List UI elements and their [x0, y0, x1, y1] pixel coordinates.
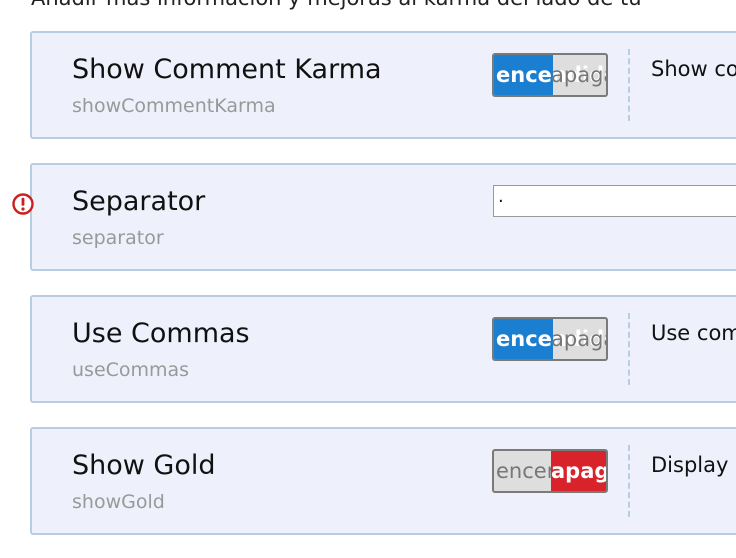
divider [628, 313, 630, 385]
option-separator: Separator separator [12, 163, 736, 271]
section-description: Añadir más información y mejoras al karm… [31, 0, 642, 10]
option-key: showCommentKarma [72, 95, 276, 117]
option-description: Show comment karma [651, 57, 736, 81]
divider [628, 445, 630, 517]
option-use-commas: Use Commas useCommas encendido apagado U… [30, 295, 736, 403]
use-commas-toggle[interactable]: encendido apagado [492, 317, 608, 361]
show-gold-toggle[interactable]: encendido apagado [492, 449, 608, 493]
option-description: Use commas [651, 321, 736, 345]
toggle-off-label: apagado [551, 451, 606, 491]
option-title: Use Commas [72, 318, 250, 349]
option-title: Show Comment Karma [72, 54, 382, 85]
option-title: Separator [72, 186, 206, 217]
option-show-gold: Show Gold showGold encendido apagado Dis… [30, 427, 736, 535]
option-description: Display [651, 453, 729, 477]
divider [628, 49, 630, 121]
exclamation-circle-icon [12, 193, 34, 215]
separator-input[interactable] [493, 185, 736, 217]
show-comment-karma-toggle[interactable]: encendido apagado [492, 53, 608, 97]
option-show-comment-karma: Show Comment Karma showCommentKarma ence… [30, 31, 736, 139]
toggle-off-label: apagado [551, 63, 606, 87]
toggle-off-label: apagado [551, 327, 606, 351]
option-title: Show Gold [72, 450, 216, 481]
toggle-on-label: encendido [494, 55, 606, 95]
settings-page: Añadir más información y mejoras al karm… [0, 0, 736, 558]
toggle-on-label: encendido [494, 451, 605, 491]
toggle-on-label: encendido [494, 319, 606, 359]
option-key: useCommas [72, 359, 190, 381]
option-key: showGold [72, 491, 165, 513]
option-key: separator [72, 227, 164, 249]
